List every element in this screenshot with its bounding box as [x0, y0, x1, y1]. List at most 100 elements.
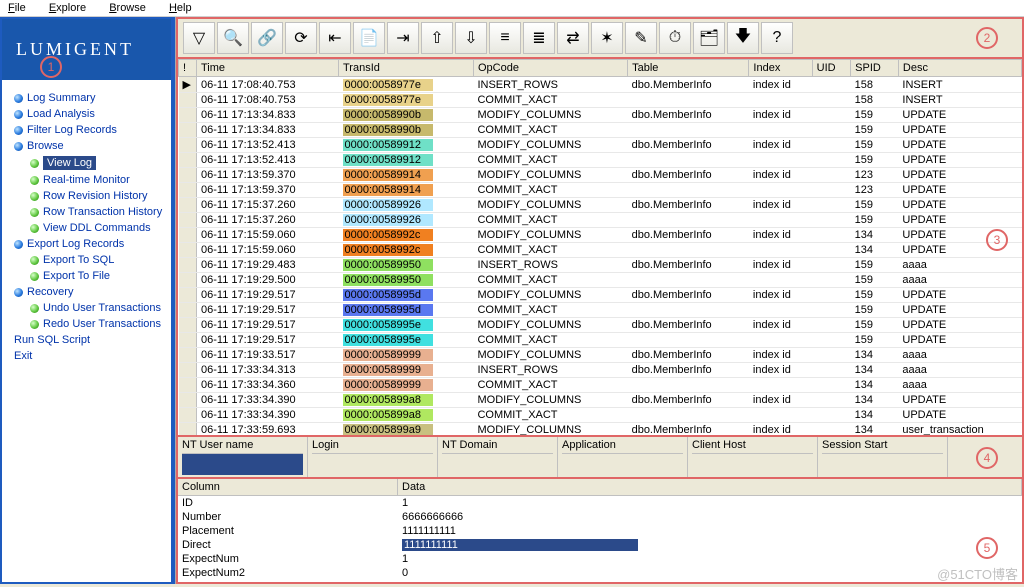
- nav-export-log-records[interactable]: Export Log Records: [4, 236, 169, 252]
- log-row[interactable]: 06-11 17:19:29.5170000:0058995eMODIFY_CO…: [179, 318, 1022, 333]
- layers-icon[interactable]: 🗂: [693, 22, 725, 54]
- nav-label: Exit: [14, 350, 32, 362]
- detail-grid[interactable]: Column Data ID1Number6666666666Placement…: [176, 479, 1024, 584]
- log-row[interactable]: 06-11 17:33:34.3900000:005899a8COMMIT_XA…: [179, 408, 1022, 423]
- nav-export-to-file[interactable]: Export To File: [4, 268, 169, 284]
- info-nt-user-name: NT User name: [178, 437, 308, 477]
- detail-row[interactable]: ID1: [178, 496, 1022, 510]
- nav-undo-user-transactions[interactable]: Undo User Transactions: [4, 300, 169, 316]
- log-row[interactable]: 06-11 17:15:37.2600000:00589926MODIFY_CO…: [179, 198, 1022, 213]
- nav-run-sql-script[interactable]: Run SQL Script: [4, 332, 169, 348]
- col-time[interactable]: Time: [197, 60, 339, 77]
- nav-exit[interactable]: Exit: [4, 348, 169, 364]
- log-row[interactable]: 06-11 17:15:59.0600000:0058992cMODIFY_CO…: [179, 228, 1022, 243]
- log-row[interactable]: 06-11 17:33:59.6930000:005899a9MODIFY_CO…: [179, 423, 1022, 438]
- nav-export-to-sql[interactable]: Export To SQL: [4, 252, 169, 268]
- edit-icon[interactable]: ✎: [625, 22, 657, 54]
- col-opcode[interactable]: OpCode: [473, 60, 627, 77]
- detail-row[interactable]: Placement1111111111: [178, 524, 1022, 538]
- detail-header-data[interactable]: Data: [398, 479, 1022, 495]
- refresh-icon[interactable]: ⟳: [285, 22, 317, 54]
- col-uid[interactable]: UID: [812, 60, 850, 77]
- link-icon[interactable]: 🔗: [251, 22, 283, 54]
- page-next-icon[interactable]: ⇥: [387, 22, 419, 54]
- menubar[interactable]: File Explore Browse Help: [0, 0, 1024, 17]
- menu-browse[interactable]: Browse: [109, 2, 156, 14]
- export-icon[interactable]: 🡇: [727, 22, 759, 54]
- nav-row-transaction-history[interactable]: Row Transaction History: [4, 204, 169, 220]
- log-row[interactable]: 06-11 17:33:34.3900000:005899a8MODIFY_CO…: [179, 393, 1022, 408]
- nav-filter-log-records[interactable]: Filter Log Records: [4, 122, 169, 138]
- log-row[interactable]: 06-11 17:19:29.5000000:00589950COMMIT_XA…: [179, 273, 1022, 288]
- page-icon[interactable]: 📄: [353, 22, 385, 54]
- detail-row[interactable]: Direct1111111111: [178, 538, 1022, 552]
- col-index[interactable]: Index: [749, 60, 812, 77]
- transid-badge: 0000:00589914: [343, 169, 433, 181]
- col-![interactable]: !: [179, 60, 197, 77]
- green-bullet-icon: [30, 256, 39, 265]
- log-row[interactable]: 06-11 17:13:59.3700000:00589914MODIFY_CO…: [179, 168, 1022, 183]
- detail-row[interactable]: ExpectNum1: [178, 552, 1022, 566]
- menu-help[interactable]: Help: [169, 2, 202, 14]
- log-row[interactable]: 06-11 17:33:34.3130000:00589999INSERT_RO…: [179, 363, 1022, 378]
- nav-label: Browse: [27, 140, 64, 152]
- transid-badge: 0000:0058992c: [343, 244, 433, 256]
- nav-view-log[interactable]: View Log: [4, 154, 169, 172]
- nav-load-analysis[interactable]: Load Analysis: [4, 106, 169, 122]
- download-icon[interactable]: ⇩: [455, 22, 487, 54]
- logo: LUMIGENT: [0, 17, 173, 80]
- transid-badge: 0000:00589914: [343, 184, 433, 196]
- menu-file[interactable]: File: [8, 2, 36, 14]
- help-icon[interactable]: ?: [761, 22, 793, 54]
- transid-badge: 0000:00589999: [343, 379, 433, 391]
- page-prev-icon[interactable]: ⇤: [319, 22, 351, 54]
- detail-header-column[interactable]: Column: [178, 479, 398, 495]
- green-bullet-icon: [30, 192, 39, 201]
- flow-icon[interactable]: ⇄: [557, 22, 589, 54]
- nav-recovery[interactable]: Recovery: [4, 284, 169, 300]
- log-row[interactable]: 06-11 17:13:34.8330000:0058990bMODIFY_CO…: [179, 108, 1022, 123]
- upload-icon[interactable]: ⇧: [421, 22, 453, 54]
- transid-badge: 0000:0058977e: [343, 79, 433, 91]
- nav-tree: Log SummaryLoad AnalysisFilter Log Recor…: [0, 80, 173, 584]
- clock-icon[interactable]: ⏱: [659, 22, 691, 54]
- nav-pane: LUMIGENT Log SummaryLoad AnalysisFilter …: [0, 17, 175, 584]
- log-row[interactable]: 06-11 17:33:34.3600000:00589999COMMIT_XA…: [179, 378, 1022, 393]
- zoom-icon[interactable]: 🔍: [217, 22, 249, 54]
- log-row[interactable]: 06-11 17:15:59.0600000:0058992cCOMMIT_XA…: [179, 243, 1022, 258]
- log-row[interactable]: 06-11 17:15:37.2600000:00589926COMMIT_XA…: [179, 213, 1022, 228]
- log-row[interactable]: ▶06-11 17:08:40.7530000:0058977eINSERT_R…: [179, 77, 1022, 93]
- nav-redo-user-transactions[interactable]: Redo User Transactions: [4, 316, 169, 332]
- log-row[interactable]: 06-11 17:13:34.8330000:0058990bCOMMIT_XA…: [179, 123, 1022, 138]
- nav-row-revision-history[interactable]: Row Revision History: [4, 188, 169, 204]
- nav-browse[interactable]: Browse: [4, 138, 169, 154]
- col-spid[interactable]: SPID: [851, 60, 899, 77]
- detail-row[interactable]: ExpectNum20: [178, 566, 1022, 580]
- col-transid[interactable]: TransId: [339, 60, 474, 77]
- log-row[interactable]: 06-11 17:19:29.4830000:00589950INSERT_RO…: [179, 258, 1022, 273]
- log-row[interactable]: 06-11 17:13:59.3700000:00589914COMMIT_XA…: [179, 183, 1022, 198]
- align-left-icon[interactable]: ≡: [489, 22, 521, 54]
- log-row[interactable]: 06-11 17:19:29.5170000:0058995dCOMMIT_XA…: [179, 303, 1022, 318]
- nav-log-summary[interactable]: Log Summary: [4, 90, 169, 106]
- nav-label: View DDL Commands: [43, 222, 151, 234]
- col-desc[interactable]: Desc: [898, 60, 1021, 77]
- nav-label: Redo User Transactions: [43, 318, 161, 330]
- log-row[interactable]: 06-11 17:19:33.5170000:00589999MODIFY_CO…: [179, 348, 1022, 363]
- align-right-icon[interactable]: ≣: [523, 22, 555, 54]
- log-row[interactable]: 06-11 17:08:40.7530000:0058977eCOMMIT_XA…: [179, 93, 1022, 108]
- funnel-icon[interactable]: ▽: [183, 22, 215, 54]
- log-row[interactable]: 06-11 17:13:52.4130000:00589912COMMIT_XA…: [179, 153, 1022, 168]
- detail-row[interactable]: OrderID: [178, 580, 1022, 582]
- menu-explore[interactable]: Explore: [49, 2, 96, 14]
- col-table[interactable]: Table: [628, 60, 749, 77]
- nav-view-ddl-commands[interactable]: View DDL Commands: [4, 220, 169, 236]
- log-grid[interactable]: !TimeTransIdOpCodeTableIndexUIDSPIDDesc▶…: [176, 59, 1024, 437]
- graph-icon[interactable]: ✶: [591, 22, 623, 54]
- info-login: Login: [308, 437, 438, 477]
- log-row[interactable]: 06-11 17:19:29.5170000:0058995dMODIFY_CO…: [179, 288, 1022, 303]
- log-row[interactable]: 06-11 17:19:29.5170000:0058995eCOMMIT_XA…: [179, 333, 1022, 348]
- log-row[interactable]: 06-11 17:13:52.4130000:00589912MODIFY_CO…: [179, 138, 1022, 153]
- detail-row[interactable]: Number6666666666: [178, 510, 1022, 524]
- nav-real-time-monitor[interactable]: Real-time Monitor: [4, 172, 169, 188]
